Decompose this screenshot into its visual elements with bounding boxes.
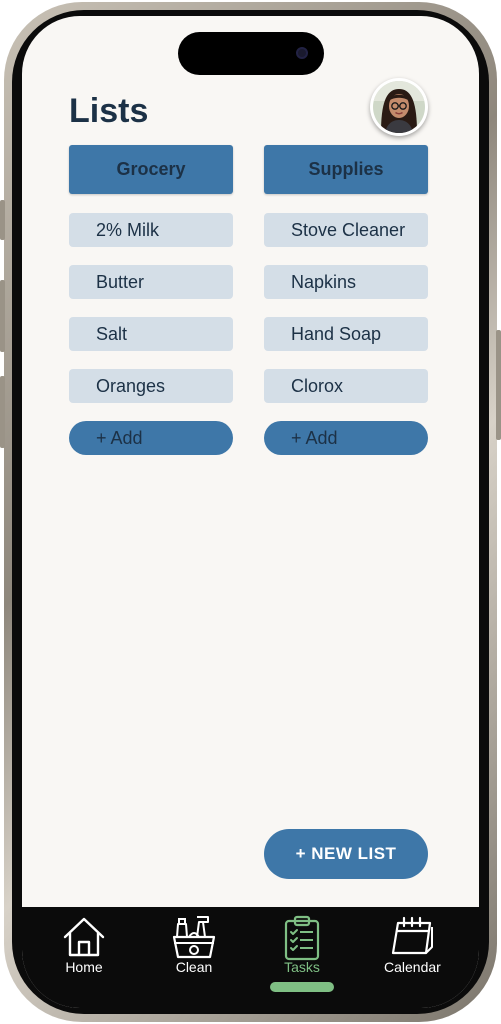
power-button: [496, 330, 501, 440]
list-item[interactable]: Clorox: [264, 369, 428, 403]
add-item-button[interactable]: + Add: [264, 421, 428, 455]
calendar-icon: [392, 916, 434, 955]
list-item[interactable]: Stove Cleaner: [264, 213, 428, 247]
tab-home[interactable]: Home: [60, 913, 108, 975]
volume-up-button: [0, 280, 5, 352]
app-screen: Lists Grocery 2% Milk Butter Salt Orange…: [22, 16, 479, 1008]
page-title: Lists: [69, 92, 149, 130]
list-grocery: Grocery 2% Milk Butter Salt Oranges + Ad…: [69, 145, 233, 455]
list-item[interactable]: Salt: [69, 317, 233, 351]
active-tab-indicator: [270, 982, 334, 992]
dynamic-island: [178, 32, 324, 75]
list-items: 2% Milk Butter Salt Oranges + Add: [69, 213, 233, 455]
list-supplies: Supplies Stove Cleaner Napkins Hand Soap…: [264, 145, 428, 455]
list-header-supplies[interactable]: Supplies: [264, 145, 428, 194]
user-avatar[interactable]: [370, 78, 428, 136]
tab-label: Calendar: [384, 959, 441, 975]
tab-label: Clean: [175, 959, 213, 975]
tab-tasks[interactable]: Tasks: [278, 913, 326, 975]
list-item[interactable]: 2% Milk: [69, 213, 233, 247]
list-items: Stove Cleaner Napkins Hand Soap Clorox +…: [264, 213, 428, 455]
clipboard-checklist-icon: [284, 915, 320, 961]
cleaning-basket-icon: [172, 916, 216, 959]
new-list-button[interactable]: + NEW LIST: [264, 829, 428, 879]
list-item[interactable]: Napkins: [264, 265, 428, 299]
tab-calendar[interactable]: Calendar: [384, 913, 441, 975]
avatar-image: [373, 81, 425, 133]
list-header-grocery[interactable]: Grocery: [69, 145, 233, 194]
tab-label: Home: [65, 959, 103, 975]
house-icon: [63, 917, 105, 957]
list-item[interactable]: Hand Soap: [264, 317, 428, 351]
add-item-button[interactable]: + Add: [69, 421, 233, 455]
front-camera: [296, 47, 308, 59]
action-button: [0, 200, 5, 240]
tab-label: Tasks: [284, 959, 320, 975]
volume-down-button: [0, 376, 5, 448]
tab-bar: Home Clean Tasks Calendar: [22, 907, 479, 1008]
list-item[interactable]: Butter: [69, 265, 233, 299]
list-item[interactable]: Oranges: [69, 369, 233, 403]
tab-clean[interactable]: Clean: [170, 913, 218, 975]
